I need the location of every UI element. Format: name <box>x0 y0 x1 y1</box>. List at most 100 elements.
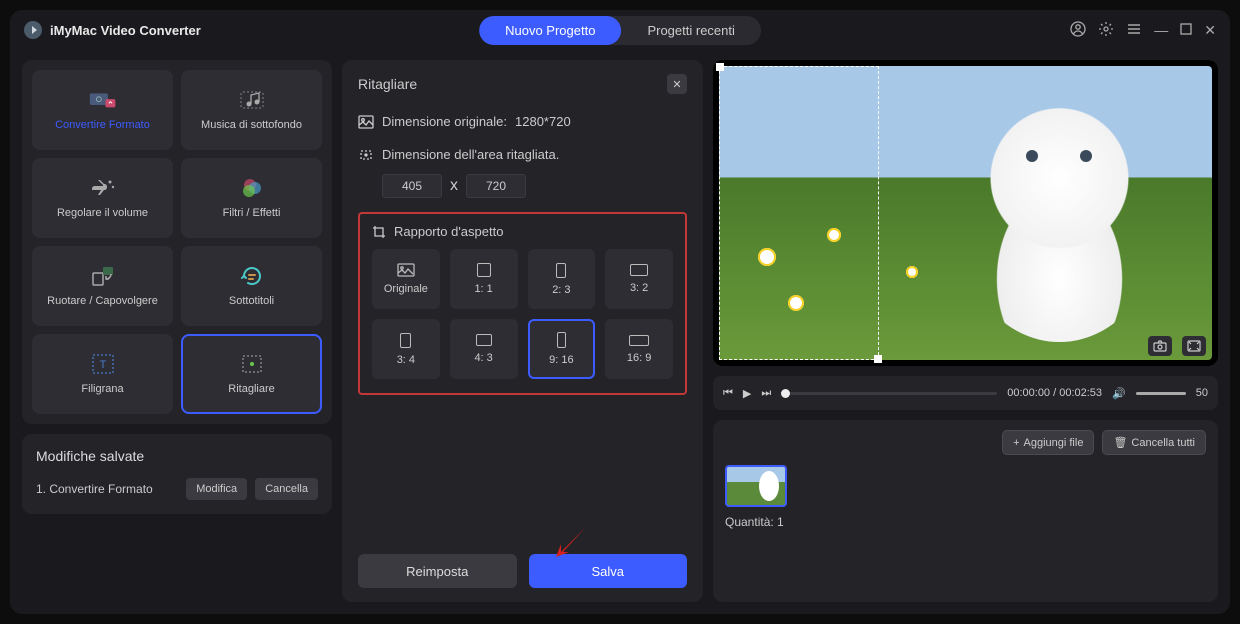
aspect-label: 9: 16 <box>549 354 573 366</box>
crop-footer: Reimposta Salva <box>358 540 687 588</box>
aspect-3-2[interactable]: 3: 2 <box>605 249 673 309</box>
aspect-2-3[interactable]: 2: 3 <box>528 249 596 309</box>
ratio-shape-icon <box>400 333 411 348</box>
tool-subtitles[interactable]: Sottotitoli <box>181 246 322 326</box>
crop-area-label: Dimensione dell'area ritagliata. <box>382 147 559 162</box>
crop-area-row: Dimensione dell'area ritagliata. <box>358 147 687 162</box>
aspect-16-9[interactable]: 16: 9 <box>605 319 673 379</box>
tab-recent-projects[interactable]: Progetti recenti <box>621 16 760 45</box>
preview-panel: ⏮ ▶ ⏭ 00:00:00 / 00:02:53 🔊 50 +Aggiungi… <box>713 60 1218 602</box>
crop-panel: Ritagliare ✕ Dimensione originale: 1280*… <box>342 60 703 602</box>
video-content <box>788 295 804 311</box>
trash-icon: 🗑 <box>1113 436 1127 449</box>
menu-icon[interactable] <box>1126 21 1142 40</box>
tool-filters-effects[interactable]: Filtri / Effetti <box>181 158 322 238</box>
tool-rotate-flip[interactable]: Ruotare / Capovolgere <box>32 246 173 326</box>
saved-title: Modifiche salvate <box>36 448 318 464</box>
tab-new-project[interactable]: Nuovo Progetto <box>479 16 621 45</box>
next-icon[interactable]: ⏭ <box>761 387 771 400</box>
saved-item-row: 1. Convertire Formato Modifica Cancella <box>36 478 318 500</box>
minimize-icon[interactable]: — <box>1154 22 1168 38</box>
video-content <box>956 90 1163 343</box>
aspect-grid: Originale 1: 1 2: 3 3: 2 3: 4 4: 3 9: 16… <box>372 249 673 379</box>
aspect-label: 3: 4 <box>397 354 415 366</box>
tool-label: Convertire Formato <box>55 119 150 131</box>
snapshot-icon[interactable] <box>1148 336 1172 356</box>
play-icon[interactable]: ▶ <box>743 387 751 400</box>
edit-button[interactable]: Modifica <box>186 478 247 500</box>
save-button[interactable]: Salva <box>529 554 688 588</box>
titlebar: iMyMac Video Converter Nuovo Progetto Pr… <box>10 10 1230 50</box>
aspect-header: Rapporto d'aspetto <box>372 224 673 239</box>
clear-all-label: Cancella tutti <box>1131 437 1195 449</box>
crop-dimensions: x <box>382 174 687 198</box>
saved-item-label: 1. Convertire Formato <box>36 482 178 496</box>
volume-slider[interactable] <box>1136 392 1186 395</box>
file-list-panel: +Aggiungi file 🗑 Cancella tutti Quantità:… <box>713 420 1218 602</box>
crop-width-input[interactable] <box>382 174 442 198</box>
app-title-group: iMyMac Video Converter <box>24 21 201 39</box>
aspect-3-4[interactable]: 3: 4 <box>372 319 440 379</box>
aspect-1-1[interactable]: 1: 1 <box>450 249 518 309</box>
app-window: iMyMac Video Converter Nuovo Progetto Pr… <box>10 10 1230 614</box>
ratio-shape-icon <box>556 263 566 278</box>
maximize-icon[interactable] <box>1180 22 1192 38</box>
image-icon <box>358 115 374 129</box>
reset-button[interactable]: Reimposta <box>358 554 517 588</box>
tool-label: Filtri / Effetti <box>223 207 281 219</box>
video-frame[interactable] <box>719 66 1212 360</box>
playback-bar: ⏮ ▶ ⏭ 00:00:00 / 00:02:53 🔊 50 <box>713 376 1218 410</box>
window-controls: — ✕ <box>1070 21 1216 40</box>
close-icon[interactable]: ✕ <box>1204 22 1216 39</box>
close-panel-icon[interactable]: ✕ <box>667 74 687 94</box>
plus-icon: + <box>1013 437 1019 449</box>
video-content <box>906 266 918 278</box>
tool-watermark[interactable]: T Filigrana <box>32 334 173 414</box>
clear-all-button[interactable]: 🗑 Cancella tutti <box>1102 430 1206 455</box>
tool-crop[interactable]: Ritagliare <box>181 334 322 414</box>
svg-text:T: T <box>99 359 106 371</box>
video-content <box>827 228 841 242</box>
aspect-label: 16: 9 <box>627 352 651 364</box>
tool-adjust-volume[interactable]: Regolare il volume <box>32 158 173 238</box>
tool-label: Ritagliare <box>228 383 274 395</box>
settings-icon[interactable] <box>1098 21 1114 40</box>
fullscreen-icon[interactable] <box>1182 336 1206 356</box>
volume-value: 50 <box>1196 387 1208 399</box>
aspect-9-16[interactable]: 9: 16 <box>528 319 596 379</box>
volume-icon[interactable]: 🔊 <box>1112 387 1126 400</box>
quantity-label: Quantità: <box>725 515 774 529</box>
tool-convert-format[interactable]: Convertire Formato <box>32 70 173 150</box>
original-size-row: Dimensione originale: 1280*720 <box>358 114 687 129</box>
file-thumbnail[interactable] <box>725 465 787 507</box>
main-area: Convertire Formato Musica di sottofondo … <box>10 50 1230 614</box>
user-icon[interactable] <box>1070 21 1086 40</box>
aspect-original[interactable]: Originale <box>372 249 440 309</box>
music-icon <box>238 89 266 111</box>
file-actions: +Aggiungi file 🗑 Cancella tutti <box>725 430 1206 455</box>
aspect-label: 2: 3 <box>552 284 570 296</box>
original-size-value: 1280*720 <box>515 114 571 129</box>
tool-label: Regolare il volume <box>57 207 148 219</box>
prev-icon[interactable]: ⏮ <box>723 387 733 400</box>
tool-background-music[interactable]: Musica di sottofondo <box>181 70 322 150</box>
dimension-separator: x <box>450 177 458 195</box>
aspect-label: 3: 2 <box>630 282 648 294</box>
quantity-row: Quantità: 1 <box>725 515 1206 529</box>
crop-title: Ritagliare <box>358 76 667 92</box>
crop-header: Ritagliare ✕ <box>358 74 687 94</box>
filters-icon <box>238 177 266 199</box>
ratio-shape-icon <box>476 334 492 346</box>
preview-actions <box>1148 336 1206 356</box>
seek-slider[interactable] <box>781 392 997 395</box>
ratio-shape-icon <box>557 332 566 348</box>
crop-height-input[interactable] <box>466 174 526 198</box>
aspect-4-3[interactable]: 4: 3 <box>450 319 518 379</box>
add-file-button[interactable]: +Aggiungi file <box>1002 430 1094 455</box>
subtitles-icon <box>238 265 266 287</box>
aspect-label: 4: 3 <box>474 352 492 364</box>
quantity-value: 1 <box>777 515 784 529</box>
convert-icon <box>89 89 117 111</box>
video-preview <box>713 60 1218 366</box>
delete-button[interactable]: Cancella <box>255 478 318 500</box>
